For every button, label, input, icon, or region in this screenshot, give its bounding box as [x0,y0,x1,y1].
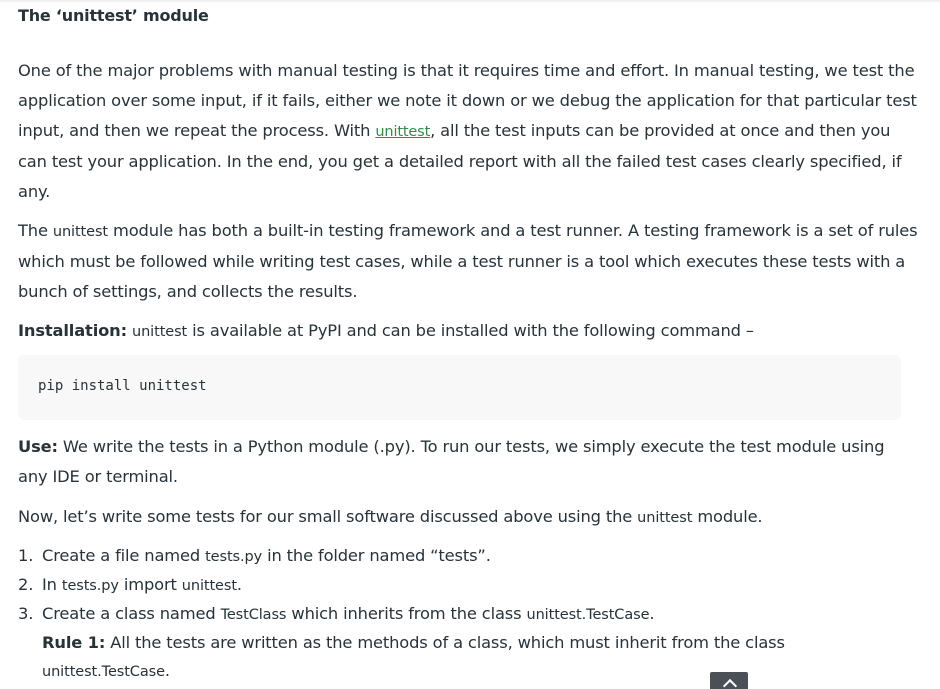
list-text: . [649,604,655,623]
paragraph-framework: The unittest module has both a built-in … [18,216,918,307]
inline-code: unittest [637,510,693,526]
rule-label: Rule 1: [42,633,106,652]
list-text: which inherits from the class [286,604,527,623]
list-text: . [236,575,242,594]
paragraph-use: Use: We write the tests in a Python modu… [18,432,918,492]
list-number: 3. [18,604,34,623]
use-label: Use: [18,437,58,456]
paragraph-text: module has both a built-in testing frame… [18,221,918,301]
chevron-up-icon [722,678,738,689]
inline-code: tests.py [205,549,263,565]
code-block[interactable]: pip install unittest [18,355,901,420]
paragraph-installation: Installation: unittest is available at P… [18,316,918,347]
rule-text: All the tests are written as the methods… [105,633,785,652]
list-text: Create a class named [42,604,221,623]
inline-code: tests.py [61,578,119,594]
paragraph-text: We write the tests in a Python module (.… [18,437,885,486]
paragraph-text: is available at PyPI and can be installe… [187,321,754,340]
section-heading: The ‘unittest’ module [18,6,209,25]
list-text: in the folder named “tests”. [262,546,491,565]
top-shadow-bar [0,0,940,3]
paragraph-now: Now, let’s write some tests for our smal… [18,502,918,533]
rule-note: Rule 1: All the tests are written as the… [18,629,918,686]
unittest-link[interactable]: unittest [375,124,430,140]
list-item: 3. Create a class named TestClass which … [18,600,918,629]
inline-code: unittest [52,224,108,240]
list-text: In [42,575,62,594]
list-text: Create a file named [42,546,206,565]
rule-text: . [164,661,170,680]
paragraph-manual-testing: One of the major problems with manual te… [18,56,918,207]
paragraph-text: The [18,221,53,240]
list-text: import [118,575,182,594]
scroll-to-top-button[interactable] [710,672,748,689]
inline-code: TestClass [220,607,287,623]
installation-label: Installation: [18,321,127,340]
inline-code: unittest.TestCase [42,664,165,680]
paragraph-text: module. [692,507,763,526]
paragraph-text: Now, let’s write some tests for our smal… [18,507,638,526]
inline-code: unittest [132,324,188,340]
inline-code: unittest [181,578,237,594]
inline-code: unittest.TestCase [526,607,650,623]
list-item: 1. Create a file named tests.py in the f… [18,542,918,571]
list-item: 2. In tests.py import unittest. [18,571,918,600]
list-number: 1. [18,546,34,565]
list-number: 2. [18,575,34,594]
steps-list: 1. Create a file named tests.py in the f… [18,542,918,686]
code-line: pip install unittest [38,378,207,394]
